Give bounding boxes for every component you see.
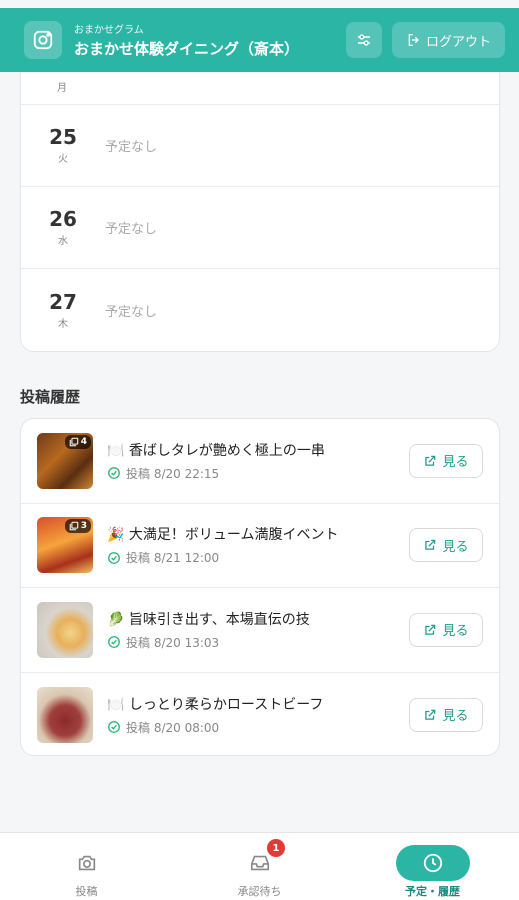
image-count-badge: 4 [64, 434, 91, 449]
view-button[interactable]: 見る [409, 443, 483, 478]
view-button[interactable]: 見る [409, 612, 483, 647]
logout-button[interactable]: ログアウト [391, 22, 505, 58]
gallery-icon [69, 521, 79, 531]
list-item: 4 🍽️ 香ばしタレが艶めく極上の一串 投稿 8/20 22:15 見る [21, 419, 499, 504]
notification-badge: 1 [267, 839, 285, 857]
day-number: 26 [49, 207, 77, 231]
page-title: おまかせ体験ダイニング（斎本） [74, 40, 300, 58]
nav-label: 投稿 [75, 885, 98, 898]
schedule-calendar: 月 25 火 予定なし 26 水 予定なし 27 木 予定なし [20, 72, 500, 352]
weekday-label: 月 [57, 83, 67, 94]
instagram-icon [24, 21, 62, 59]
list-item: 🍽️ しっとり柔らかローストビーフ 投稿 8/20 08:00 見る [21, 673, 499, 756]
no-schedule-text: 予定なし [105, 304, 158, 320]
post-title: 🥬 旨味引き出す、本場直伝の技 [107, 611, 310, 628]
nav-label: 予定・履歴 [405, 885, 460, 898]
post-status: 投稿 8/20 22:15 [107, 465, 409, 482]
bottom-nav: 投稿 1 承認待ち 予定・履歴 [0, 832, 519, 900]
post-history-list: 4 🍽️ 香ばしタレが艶めく極上の一串 投稿 8/20 22:15 見る 3 🎉… [20, 418, 500, 756]
logout-icon [408, 34, 419, 46]
day-number: 25 [49, 125, 77, 149]
post-status: 投稿 8/20 08:00 [107, 719, 409, 736]
check-circle-icon [108, 467, 120, 480]
external-link-icon [425, 539, 436, 550]
external-link-icon [425, 455, 436, 466]
list-item: 3 🎉 大満足！ボリューム満腹イベント 投稿 8/21 12:00 見る [21, 504, 499, 588]
view-button[interactable]: 見る [409, 697, 483, 732]
weekday-label: 木 [58, 318, 68, 330]
image-count-badge: 3 [64, 519, 91, 534]
no-schedule-text: 予定なし [105, 140, 158, 155]
calendar-day-row[interactable]: 25 火 予定なし [21, 105, 499, 187]
weekday-label: 水 [58, 236, 68, 247]
external-link-icon [425, 709, 436, 720]
camera-icon [76, 845, 98, 881]
check-circle-icon [108, 636, 120, 649]
check-circle-icon [108, 721, 120, 734]
calendar-day-row[interactable]: 26 水 予定なし [21, 187, 499, 269]
history-heading: 投稿履歴 [20, 388, 81, 406]
post-thumbnail[interactable]: 4 [37, 432, 93, 489]
nav-item-schedule[interactable]: 予定・履歴 [346, 833, 519, 900]
logout-label: ログアウト [425, 34, 491, 50]
post-title: 🎉 大満足！ボリューム満腹イベント [107, 527, 339, 544]
sliders-icon [357, 34, 370, 46]
no-schedule-text: 予定なし [105, 222, 158, 237]
nav-label: 承認待ち [237, 885, 282, 898]
list-item: 🥬 旨味引き出す、本場直伝の技 投稿 8/20 13:03 見る [21, 588, 499, 673]
calendar-day-row[interactable]: 27 木 予定なし [21, 269, 499, 351]
post-status: 投稿 8/21 12:00 [107, 549, 409, 566]
post-thumbnail[interactable] [37, 601, 93, 658]
header-titles: おまかせグラム おまかせ体験ダイニング（斎本） [74, 21, 346, 59]
weekday-label: 火 [58, 154, 68, 165]
post-thumbnail[interactable]: 3 [37, 517, 93, 574]
post-status: 投稿 8/20 13:03 [107, 634, 409, 651]
view-button[interactable]: 見る [409, 528, 483, 563]
header-subtitle: おまかせグラム [74, 25, 144, 36]
gallery-icon [69, 437, 79, 447]
settings-button[interactable] [345, 22, 382, 58]
post-thumbnail[interactable] [37, 686, 93, 743]
post-title: 🍽️ しっとり柔らかローストビーフ [107, 696, 324, 713]
nav-item-pending[interactable]: 1 承認待ち [173, 833, 346, 900]
clock-icon [395, 845, 470, 881]
calendar-row-partial: 月 [21, 72, 499, 105]
check-circle-icon [108, 551, 120, 564]
external-link-icon [425, 624, 436, 635]
day-number: 27 [49, 289, 77, 314]
post-title: 🍽️ 香ばしタレが艶めく極上の一串 [107, 442, 325, 459]
app-header: おまかせグラム おまかせ体験ダイニング（斎本） ログアウト [0, 8, 519, 72]
nav-item-post[interactable]: 投稿 [0, 833, 173, 900]
